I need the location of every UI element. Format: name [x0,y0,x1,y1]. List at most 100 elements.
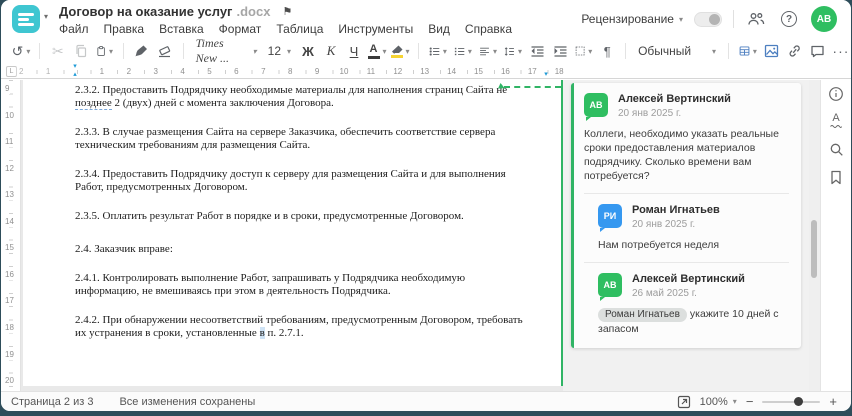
zoom-slider[interactable] [762,396,821,406]
font-size-select[interactable]: 12 ▾ [264,40,295,62]
italic-button[interactable]: К [321,40,341,62]
doc-paragraph-3: 2.3.4. Предоставить Подрядчику доступ к … [75,168,549,194]
logo-menu-caret-icon[interactable]: ▾ [44,12,48,21]
horizontal-ruler[interactable]: L 2 1 1 2 3 4 5 6 7 8 9 10 11 12 13 14 15 16 17 18 ▾ ▴ ▾ [1,63,851,79]
page-indicator[interactable]: Страница 2 из 3 [11,396,93,408]
scrollbar-thumb[interactable] [811,220,817,278]
zoom-in-button[interactable]: + [829,395,837,408]
ruler-number: 14 [4,216,15,227]
doc-text: их устранения в сроки, установленные [75,327,260,339]
chevron-down-icon: ▾ [382,46,387,56]
decrease-indent-button[interactable] [527,40,547,62]
doc-text: Работ, предусмотренных Договором. [75,181,248,193]
help-icon[interactable]: ? [778,8,800,30]
menu-item-5[interactable]: Таблица [276,22,323,36]
menu-item-8[interactable]: Справка [465,22,512,36]
main-area: 9 10 11 12 13 14 15 16 17 18 19 20 2.3.2. Предостав… [1,80,851,391]
paragraph-style-select[interactable]: Обычный ▾ [634,40,720,62]
comment-reply[interactable]: АВ Алексей Вертинский 26 май 2025 г. Роман … [598,273,789,336]
collaborators-icon[interactable] [745,8,767,30]
highlight-color-button[interactable]: ▾ [390,40,410,62]
show-formatting-marks-button[interactable]: ¶ [597,40,617,62]
app-logo-icon[interactable] [12,5,40,33]
insert-table-button[interactable]: ▾ [737,40,759,62]
right-indent-marker[interactable]: ▾ [544,71,548,78]
divider [584,262,789,263]
insert-image-button[interactable] [762,40,782,62]
chevron-down-icon: ▾ [467,46,472,56]
page-margins-button[interactable]: ▾ [573,40,594,62]
header: ▾ Договор на оказание услуг .docx ⚑ Файл П… [1,0,851,38]
comment-button[interactable] [808,40,828,62]
align-button[interactable]: ▾ [477,40,499,62]
comment-root[interactable]: АВ Алексей Вертинский 20 янв 2025 г. Коллег… [584,93,789,183]
vertical-ruler[interactable]: 9 10 11 12 13 14 15 16 17 18 19 20 [1,80,21,391]
ruler-number: 2 [16,66,26,77]
fit-width-icon[interactable] [677,395,691,409]
comment-author: Роман Игнатьев [632,204,720,216]
ruler-number: 11 [364,66,378,77]
menu-item-2[interactable]: Правка [104,22,145,36]
bold-button[interactable]: Ж [298,40,318,62]
review-mode-button[interactable]: Рецензирование ▾ [581,12,683,26]
ruler-number: 16 [4,269,15,280]
zoom-level-select[interactable]: 100% ▾ [700,396,737,408]
clear-formatting-icon[interactable] [155,40,175,62]
numbered-list-button[interactable]: ▾ [452,40,474,62]
zoom-slider-knob[interactable] [794,396,804,406]
menu-item-1[interactable]: Файл [59,22,89,36]
comment-thread[interactable]: АВ Алексей Вертинский 20 янв 2025 г. Коллег… [571,83,801,348]
font-family-select[interactable]: Times New ... ▾ [192,36,261,65]
doc-line: позднее 2 (двух) дней с момента заключен… [75,97,549,110]
doc-text: 2.4.1. Контролировать выполнение Работ, … [75,272,466,284]
chevron-down-icon: ▾ [405,46,410,56]
menu-item-4[interactable]: Формат [219,22,262,36]
user-avatar[interactable]: АВ [811,6,837,32]
scrollbar[interactable] [809,80,820,391]
status-bar: Страница 2 из 3 Все изменения сохранены … [1,391,851,411]
underline-button[interactable]: Ч [344,40,364,62]
line-spacing-button[interactable]: ▾ [502,40,524,62]
more-tools-button[interactable]: ··· [831,40,851,62]
doc-text: 2.3.2. Предоставить Подрядчику необходим… [75,84,508,96]
doc-text: 2.4. Заказчик вправе: [75,243,173,255]
comment-author: Алексей Вертинский [618,93,731,105]
document-page[interactable]: 2.3.2. Предоставить Подрядчику необходим… [23,80,561,386]
cut-button[interactable]: ✂ [48,40,68,62]
search-icon[interactable] [826,139,846,159]
zoom-out-button[interactable]: − [746,395,754,408]
info-icon[interactable] [826,84,846,104]
comment-anchor-text: позднее [75,97,112,110]
tab-selector[interactable]: L [6,66,17,77]
left-indent-marker[interactable]: ▴ [73,71,77,78]
flag-icon[interactable]: ⚑ [282,5,292,18]
ruler-number: 15 [472,66,485,77]
font-color-button[interactable]: А ▾ [367,40,387,62]
ruler-number: 19 [4,349,15,360]
chevron-down-icon: ▾ [109,46,114,56]
spellcheck-icon[interactable]: А [826,110,846,130]
comment-date: 20 янв 2025 г. [632,219,696,230]
review-toggle[interactable] [694,11,722,27]
increase-indent-button[interactable] [550,40,570,62]
doc-text: 2.3.3. В случае размещения Сайта на серв… [75,126,496,138]
bullet-list-button[interactable]: ▾ [427,40,449,62]
chevron-down-icon: ▾ [26,46,31,56]
comment-reply[interactable]: РИ Роман Игнатьев 20 янв 2025 г. Нам потреб… [598,204,789,252]
copy-icon[interactable] [71,40,91,62]
first-line-indent-marker[interactable]: ▾ [73,63,77,70]
menu-item-6[interactable]: Инструменты [338,22,413,36]
doc-paragraph-7: 2.4.2. При обнаружении несоответствий тр… [75,314,549,340]
chevron-down-icon: ▾ [252,46,257,56]
menu-item-3[interactable]: Вставка [159,22,204,36]
undo-button[interactable]: ↺ ▾ [11,40,31,62]
insert-link-button[interactable] [785,40,805,62]
format-painter-icon[interactable] [132,40,152,62]
paste-button[interactable]: ▾ [94,40,115,62]
menu-item-7[interactable]: Вид [428,22,450,36]
comment-text: Роман Игнатьев укажите 10 дней с запасом [598,307,789,336]
doc-paragraph-6: 2.4.1. Контролировать выполнение Работ, … [75,272,549,298]
doc-line: 2.3.5. Оплатить результат Работ в порядк… [75,210,549,223]
doc-text: п. 2.7.1. [264,327,304,339]
bookmark-icon[interactable] [826,167,846,187]
